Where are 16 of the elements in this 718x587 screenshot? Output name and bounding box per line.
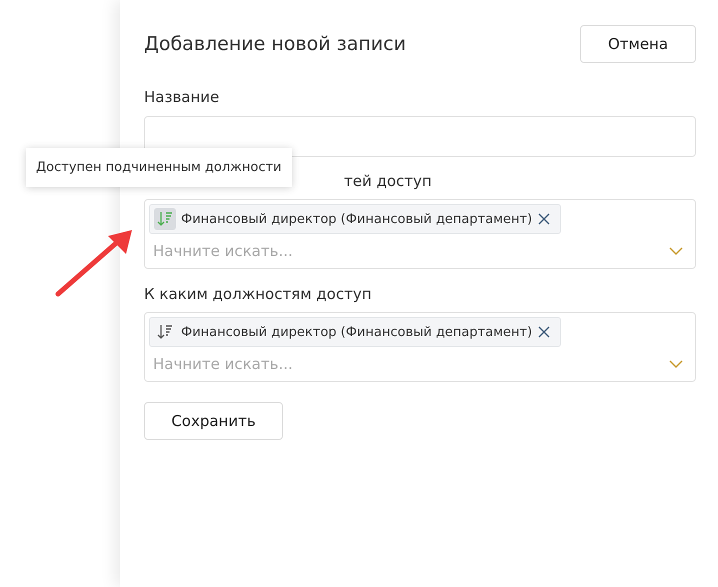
panel-title: Добавление новой записи (144, 32, 406, 54)
field-label: Название (144, 88, 220, 106)
close-icon[interactable] (537, 212, 552, 226)
multi-select-field[interactable]: Финансовый директор (Финансовый департамент) Начните искать... (144, 199, 696, 269)
save-button[interactable]: Сохранить (144, 402, 283, 440)
name-input-field[interactable] (144, 116, 696, 157)
tooltip: Доступен подчиненным должности (26, 148, 292, 187)
chevron-down-icon[interactable] (669, 360, 683, 368)
chip-label: Финансовый директор (Финансовый департамент) (181, 212, 532, 226)
chevron-down-icon[interactable] (669, 246, 683, 256)
chip-label: Финансовый директор (Финансовый департамент) (181, 324, 532, 340)
field-label: тей доступ (344, 172, 433, 190)
close-icon[interactable] (537, 325, 552, 339)
field-label: К каким должностям доступ (144, 285, 373, 303)
cancel-button[interactable]: Отмена (580, 25, 696, 63)
multi-select-field[interactable]: Финансовый директор (Финансовый департамент) Начните искать... (144, 312, 696, 382)
